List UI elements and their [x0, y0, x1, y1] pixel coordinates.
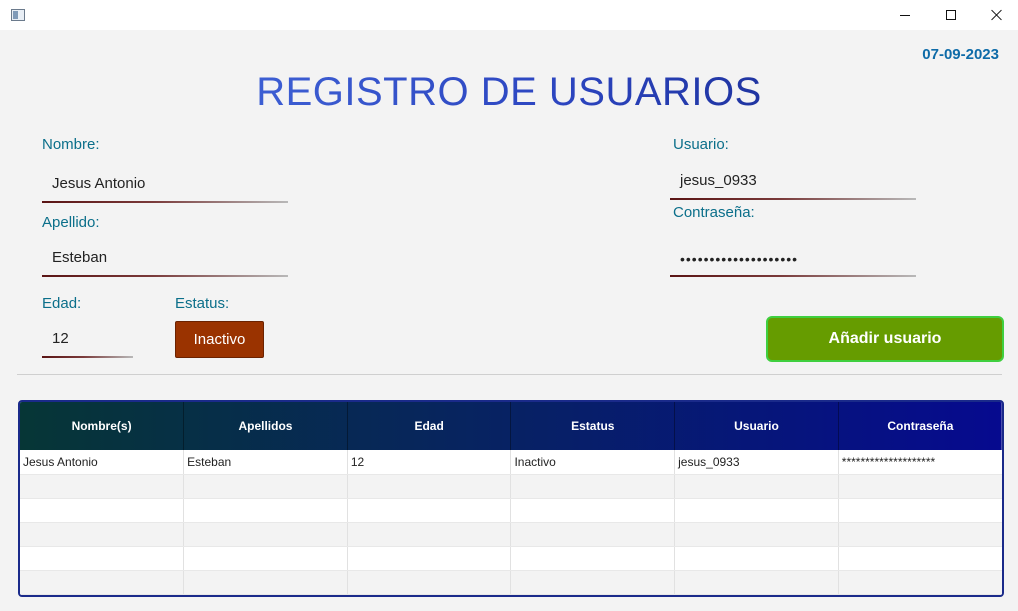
table-row[interactable] [20, 474, 1002, 499]
column-header[interactable]: Usuario [674, 402, 839, 450]
table-cell [20, 570, 185, 595]
table-row[interactable]: Jesus Antonio Esteban 12 Inactivo jesus_… [20, 450, 1002, 475]
table-cell: ******************** [838, 450, 1002, 475]
usuario-field[interactable]: jesus_0933 [670, 160, 916, 200]
contrasena-value: •••••••••••••••••••• [680, 251, 799, 267]
table-cell [510, 570, 676, 595]
apellido-label: Apellido: [42, 214, 100, 231]
contrasena-label: Contraseña: [673, 204, 755, 221]
table-cell: Inactivo [510, 450, 676, 475]
table-cell [347, 546, 512, 571]
table-cell: Jesus Antonio [20, 450, 185, 475]
table-cell [20, 474, 185, 499]
edad-label: Edad: [42, 295, 82, 312]
close-button[interactable] [974, 0, 1018, 30]
page-title: REGISTRO DE USUARIOS [0, 70, 1018, 115]
table-cell [510, 474, 676, 499]
apellido-field[interactable]: Esteban [42, 237, 288, 277]
minimize-button[interactable] [882, 0, 928, 30]
table-cell [347, 570, 512, 595]
table-cell [20, 546, 185, 571]
table-cell [838, 474, 1002, 499]
app-icon [11, 9, 25, 21]
current-date: 07-09-2023 [922, 46, 999, 63]
usuario-value: jesus_0933 [680, 171, 757, 189]
close-icon [991, 9, 1003, 21]
table-cell [510, 522, 676, 547]
table-cell [838, 570, 1002, 595]
table-cell [183, 498, 348, 523]
table-cell [510, 546, 676, 571]
edad-value: 12 [52, 329, 69, 347]
column-header[interactable]: Edad [347, 402, 512, 450]
contrasena-field[interactable]: •••••••••••••••••••• [670, 237, 916, 277]
minimize-icon [900, 14, 910, 16]
table-cell [347, 522, 512, 547]
edad-field[interactable]: 12 [42, 318, 133, 358]
table-cell [510, 498, 676, 523]
table-cell [183, 474, 348, 499]
table-cell [674, 570, 839, 595]
nombre-label: Nombre: [42, 136, 100, 153]
add-user-button[interactable]: Añadir usuario [766, 316, 1004, 362]
table-cell [674, 522, 839, 547]
maximize-icon [946, 10, 956, 20]
table-cell: 12 [347, 450, 512, 475]
apellido-value: Esteban [52, 248, 108, 266]
table-row[interactable] [20, 522, 1002, 547]
table-header-row: Nombre(s) Apellidos Edad Estatus Usuario… [20, 402, 1002, 450]
usuario-label: Usuario: [673, 136, 729, 153]
table-cell [838, 498, 1002, 523]
title-bar [0, 0, 1018, 30]
table-cell [674, 498, 839, 523]
table-cell [183, 546, 348, 571]
column-header[interactable]: Estatus [510, 402, 676, 450]
maximize-button[interactable] [928, 0, 974, 30]
nombre-field[interactable]: Jesus Antonio [42, 163, 288, 203]
table-cell: Esteban [183, 450, 348, 475]
table-row[interactable] [20, 546, 1002, 571]
table-cell [838, 522, 1002, 547]
column-header[interactable]: Apellidos [183, 402, 348, 450]
table-cell [20, 498, 185, 523]
users-table[interactable]: Nombre(s) Apellidos Edad Estatus Usuario… [18, 400, 1004, 597]
table-cell [838, 546, 1002, 571]
table-cell: jesus_0933 [674, 450, 839, 475]
table-cell [20, 522, 185, 547]
nombre-value: Jesus Antonio [52, 174, 146, 192]
column-header[interactable]: Nombre(s) [20, 402, 185, 450]
table-cell [183, 570, 348, 595]
table-row[interactable] [20, 498, 1002, 523]
status-toggle-button[interactable]: Inactivo [175, 321, 264, 358]
table-cell [347, 474, 512, 499]
table-cell [347, 498, 512, 523]
column-header[interactable]: Contraseña [838, 402, 1002, 450]
table-cell [674, 474, 839, 499]
table-row[interactable] [20, 570, 1002, 595]
estatus-label: Estatus: [175, 295, 230, 312]
table-cell [183, 522, 348, 547]
table-cell [674, 546, 839, 571]
divider [17, 374, 1002, 375]
